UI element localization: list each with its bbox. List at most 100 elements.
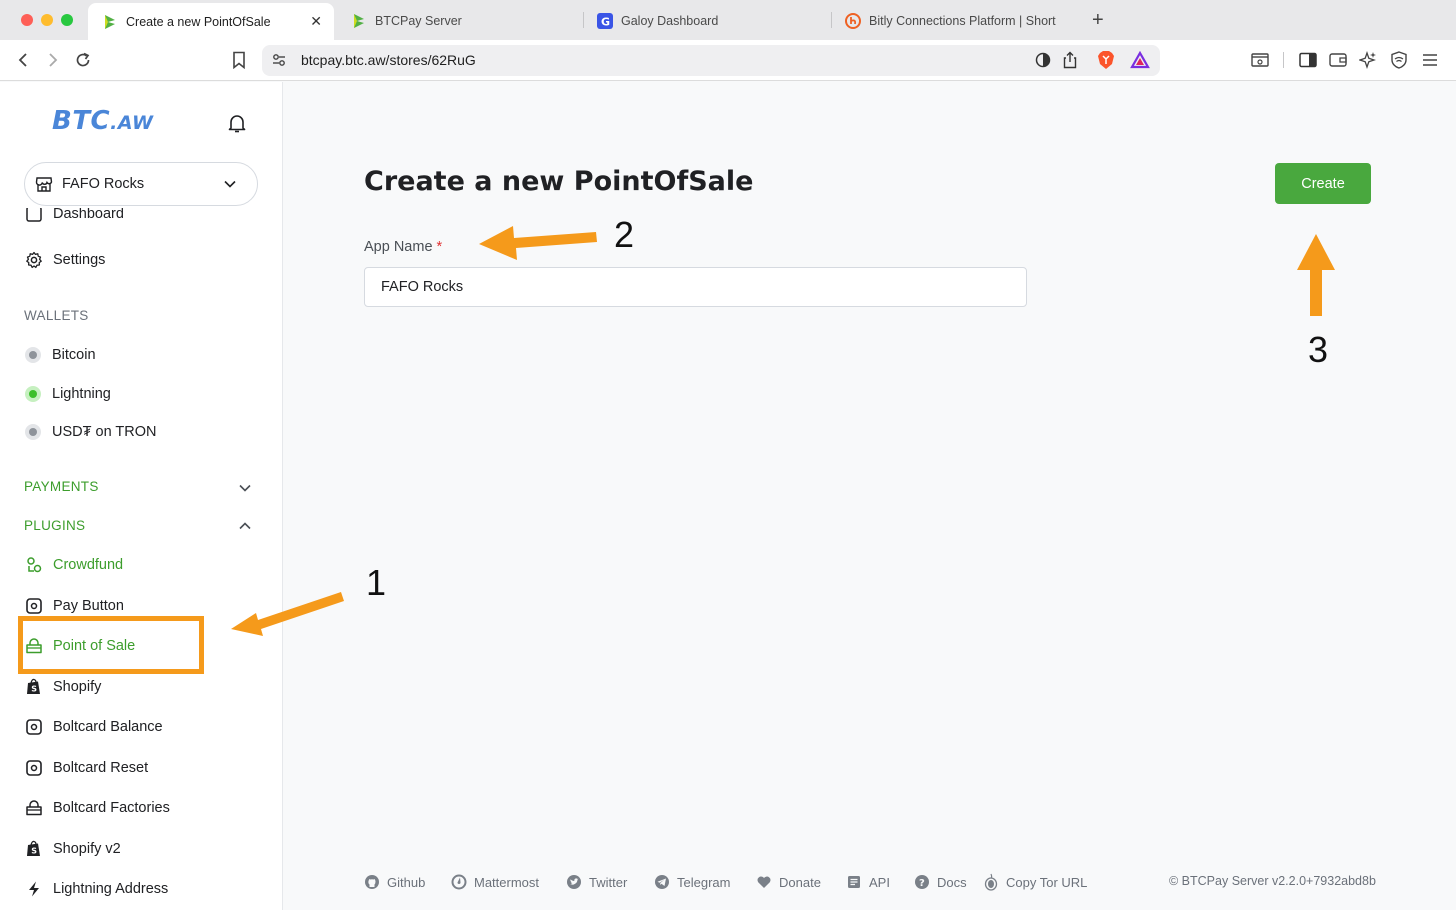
plugin-crowdfund[interactable]: Crowdfund [24, 553, 123, 577]
api-doc-icon [846, 874, 862, 890]
window-zoom-button[interactable] [61, 14, 73, 26]
plugin-boltcard-reset[interactable]: Boltcard Reset [24, 756, 148, 780]
brave-shields-icon[interactable] [1095, 49, 1117, 71]
logo-suffix-text: .AW [110, 112, 154, 134]
new-tab-button[interactable]: + [1092, 8, 1104, 32]
mattermost-icon [451, 874, 467, 890]
url-text[interactable]: btcpay.btc.aw/stores/62RuG [301, 52, 476, 68]
annotation-number-2: 2 [614, 214, 635, 255]
plugin-label: Shopify v2 [53, 841, 121, 857]
window-close-button[interactable] [21, 14, 33, 26]
dashboard-icon [24, 208, 44, 224]
gear-icon [24, 250, 44, 270]
browser-tab[interactable]: Bitly Connections Platform | Short [831, 4, 1071, 37]
chevron-up-icon[interactable] [237, 518, 253, 534]
chevron-down-icon[interactable] [237, 480, 253, 496]
plugin-lightning-address[interactable]: Lightning Address [24, 877, 168, 901]
plugin-label: Crowdfund [53, 557, 124, 573]
plugin-boltcard-balance[interactable]: Boltcard Balance [24, 715, 163, 739]
browser-tab[interactable]: G Galoy Dashboard [583, 4, 823, 37]
back-icon[interactable] [12, 49, 34, 71]
footer-twitter-link[interactable]: Twitter [566, 874, 627, 890]
site-settings-icon[interactable] [268, 49, 290, 71]
nav-settings[interactable]: Settings [24, 248, 105, 272]
close-tab-icon[interactable]: ✕ [310, 13, 322, 30]
footer-docs-link[interactable]: ? Docs [914, 874, 967, 890]
shopify-icon: S [24, 839, 44, 859]
wallet-lightning[interactable]: Lightning [24, 382, 111, 406]
btcpay-favicon-icon [351, 13, 367, 29]
tab-title: Bitly Connections Platform | Short [869, 13, 1056, 28]
boltcard-icon [24, 717, 44, 737]
app-name-input[interactable] [364, 267, 1027, 307]
logo-main-text: BTC [52, 106, 111, 136]
brave-rewards-icon[interactable] [1129, 49, 1151, 71]
browser-toolbar: btcpay.btc.aw/stores/62RuG [0, 40, 1456, 81]
shopify-icon: S [24, 677, 44, 697]
menu-icon[interactable] [1419, 49, 1441, 71]
footer-api-link[interactable]: API [846, 874, 890, 890]
footer-github-link[interactable]: Github [364, 874, 425, 890]
leo-ai-icon[interactable] [1357, 49, 1379, 71]
nav-dashboard-label: Dashboard [53, 208, 124, 222]
sidebar-toggle-icon[interactable] [1297, 49, 1319, 71]
store-selector[interactable]: FAFO Rocks [24, 162, 258, 206]
browser-tab-active[interactable]: Create a new PointOfSale ✕ [88, 3, 334, 40]
reader-mode-icon[interactable] [1032, 49, 1054, 71]
plugin-shopify[interactable]: S Shopify [24, 675, 101, 699]
footer-donate-link[interactable]: Donate [756, 874, 821, 890]
store-name: FAFO Rocks [62, 176, 145, 192]
bookmark-icon[interactable] [228, 49, 250, 71]
heart-icon [756, 874, 772, 890]
plugin-label: Shopify [53, 679, 102, 695]
share-icon[interactable] [1059, 49, 1081, 71]
reload-icon[interactable] [72, 49, 94, 71]
vpn-icon[interactable] [1388, 49, 1410, 71]
plugin-label: Boltcard Factories [53, 800, 170, 816]
pay-button-icon [24, 596, 44, 616]
browser-tab[interactable]: BTCPay Server [337, 4, 577, 37]
footer-telegram-link[interactable]: Telegram [654, 874, 730, 890]
nav-dashboard[interactable]: Dashboard [24, 208, 124, 224]
annotation-arrow-3 [1297, 234, 1335, 316]
btcpay-favicon-icon [102, 14, 118, 30]
bitly-favicon-icon [845, 12, 861, 29]
app-name-label-text: App Name [364, 239, 433, 255]
twitter-icon [566, 874, 582, 890]
plugin-label: Boltcard Balance [53, 719, 163, 735]
footer-copy-tor-link[interactable]: Copy Tor URL [983, 873, 1087, 891]
notifications-bell-icon[interactable] [226, 112, 248, 134]
tab-title: Galoy Dashboard [621, 13, 719, 28]
store-icon [35, 175, 53, 193]
btcaw-logo[interactable]: BTC.AW [52, 106, 153, 136]
payments-section-header[interactable]: PAYMENTS [24, 479, 99, 494]
chevron-down-icon [223, 177, 237, 191]
annotation-number-1: 1 [366, 562, 387, 603]
svg-text:S: S [31, 847, 37, 856]
create-button[interactable]: Create [1275, 163, 1371, 204]
plugin-label: Pay Button [53, 598, 124, 614]
plugin-shopify-v2[interactable]: S Shopify v2 [24, 837, 121, 861]
footer-link-label: Docs [937, 874, 967, 890]
wallet-icon[interactable] [1327, 49, 1349, 71]
address-bar[interactable]: btcpay.btc.aw/stores/62RuG [262, 45, 1160, 76]
tab-title: BTCPay Server [375, 13, 462, 28]
reader-view-icon[interactable] [1249, 49, 1271, 71]
plugin-pay-button[interactable]: Pay Button [24, 594, 124, 618]
plugins-section-header[interactable]: PLUGINS [24, 518, 85, 533]
wallet-usdt-tron[interactable]: USD₮ on TRON [24, 420, 156, 444]
annotation-number-3: 3 [1308, 329, 1329, 370]
annotation-highlight-box [18, 616, 204, 674]
factory-icon [24, 798, 44, 818]
footer-mattermost-link[interactable]: Mattermost [451, 874, 539, 890]
footer-link-label: Mattermost [474, 874, 540, 890]
wallet-label: Bitcoin [52, 347, 96, 363]
lightning-icon [24, 879, 44, 899]
forward-icon[interactable] [42, 49, 64, 71]
window-minimize-button[interactable] [41, 14, 53, 26]
annotation-arrow-2 [479, 226, 597, 260]
plugin-boltcard-factories[interactable]: Boltcard Factories [24, 796, 170, 820]
wallet-bitcoin[interactable]: Bitcoin [24, 343, 96, 367]
app-name-label: App Name * [364, 239, 442, 255]
wallet-label: USD₮ on TRON [52, 424, 157, 440]
